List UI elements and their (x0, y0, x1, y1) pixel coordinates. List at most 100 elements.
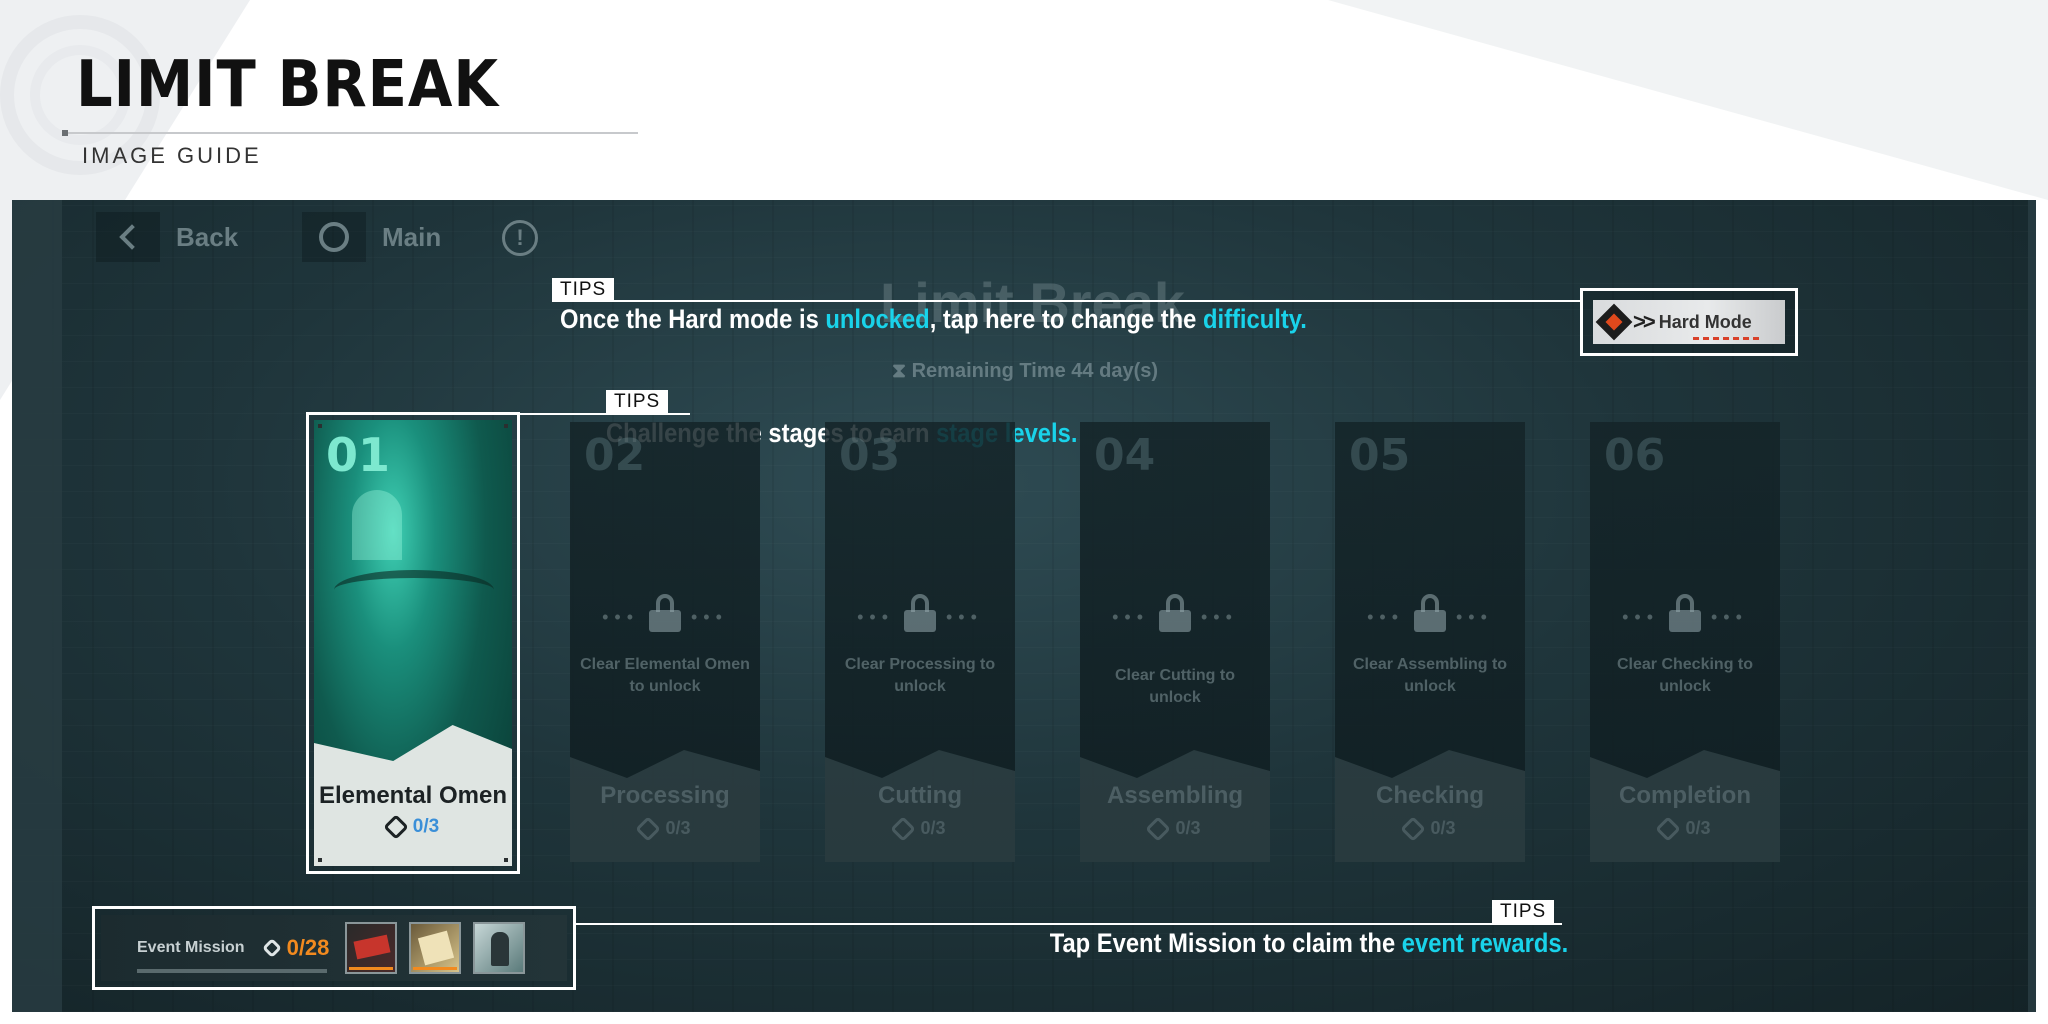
double-chevron-icon: >> (1633, 309, 1656, 334)
stage-name: Cutting (878, 782, 962, 809)
stage-level-icon (1145, 816, 1172, 842)
stage-progress: 0/3 (1080, 816, 1270, 842)
stage-card-03[interactable]: 03 ••• ••• Clear Processing to unlock Cut… (825, 422, 1015, 862)
stage-name: Elemental Omen (318, 782, 508, 809)
hard-mode-diamond-icon (1595, 303, 1633, 341)
stage-number: 01 (326, 428, 391, 482)
lock-dots: ••• (1622, 606, 1659, 627)
tips-highlight-difficulty: difficulty. (1202, 304, 1307, 334)
stage-progress: 0/3 (1590, 816, 1780, 842)
stage-name: Checking (1375, 782, 1485, 809)
page-subtitle: IMAGE GUIDE (82, 143, 262, 168)
unlock-requirement: Clear Assembling to unlock (1352, 656, 1508, 695)
event-mission-button[interactable]: Event Mission 0/28 (92, 906, 576, 990)
lock-icon (904, 594, 936, 632)
hard-mode-label: Hard Mode (1658, 311, 1752, 332)
stage-progress-value: 0/3 (412, 816, 440, 837)
stage-art-window (352, 490, 402, 560)
lock-dots: ••• (1367, 606, 1404, 627)
back-button[interactable]: Back (96, 212, 238, 262)
info-button[interactable]: ! (502, 220, 538, 256)
tips-text-part: Once the Hard mode is (560, 304, 826, 334)
tips-text-part: , tap here to change the (929, 304, 1203, 334)
tips-line-stages (520, 413, 690, 415)
event-mission-count-value: 0/28 (286, 935, 330, 960)
stage-number: 02 (584, 430, 646, 481)
lock-icon (1414, 594, 1446, 632)
stage-card-06[interactable]: 06 ••• ••• Clear Checking to unlock Compl… (1590, 422, 1780, 862)
lock-row: ••• ••• (1590, 594, 1780, 632)
stage-progress-value: 0/3 (1685, 818, 1711, 838)
tips-tag-event: TIPS (1492, 900, 1555, 924)
tips-tag-stages: TIPS (606, 390, 669, 414)
stage-progress: 0/3 (570, 816, 760, 842)
panel-right-edge (2028, 200, 2036, 1012)
lock-row: ••• ••• (1080, 594, 1270, 632)
title-divider (64, 132, 638, 134)
stage-level-icon (1655, 816, 1682, 842)
event-progress-bar (137, 969, 327, 973)
hard-mode-stripe (1693, 337, 1763, 340)
main-label: Main (382, 221, 442, 252)
main-icon-box (302, 212, 366, 262)
corner-dot (318, 858, 322, 862)
stage-number: 05 (1349, 430, 1411, 481)
lock-dots: ••• (1711, 606, 1748, 627)
unlock-requirement: Clear Cutting to unlock (1115, 667, 1235, 706)
corner-dot (504, 424, 508, 428)
stage-progress-value: 0/3 (920, 818, 946, 838)
hard-mode-button[interactable]: >> Hard Mode (1580, 288, 1798, 356)
unlock-requirement: Clear Checking to unlock (1616, 656, 1754, 695)
lock-dots: ••• (1201, 606, 1238, 627)
lock-icon (1159, 594, 1191, 632)
lock-row: ••• ••• (1335, 594, 1525, 632)
panel-left-edge (12, 200, 62, 1012)
hourglass-icon: ⧗ (892, 360, 907, 382)
stage-card-01[interactable]: 01 Elemental Omen 0/3 (306, 412, 520, 874)
back-icon-box (96, 212, 160, 262)
game-screenshot-panel: Back Main ! Limit Break ⧗ Remaining Time… (12, 200, 2036, 1012)
stage-level-icon (383, 814, 409, 840)
stage-level-icon (1400, 816, 1427, 842)
stage-number: 06 (1604, 430, 1666, 481)
tips-highlight-event-rewards: event rewards. (1401, 928, 1568, 958)
stage-card-02[interactable]: 02 ••• ••• Clear Elemental Omen to unlock… (570, 422, 760, 862)
event-mission-count: 0/28 (261, 935, 330, 961)
tips-highlight-unlocked: unlocked (825, 304, 930, 334)
stage-progress: 0/3 (825, 816, 1015, 842)
lock-dots: ••• (691, 606, 728, 627)
stage-number: 03 (839, 430, 901, 481)
stage-card-05[interactable]: 05 ••• ••• Clear Assembling to unlock Che… (1335, 422, 1525, 862)
stage-progress: 0/3 (314, 814, 512, 840)
chevron-left-icon (119, 224, 145, 250)
stage-progress: 0/3 (1335, 816, 1525, 842)
lock-row: ••• ••• (825, 594, 1015, 632)
stage-card-04[interactable]: 04 ••• ••• Clear Cutting to unlock Assemb… (1080, 422, 1270, 862)
remaining-time: ⧗ Remaining Time 44 day(s) (892, 360, 1158, 383)
back-label: Back (176, 221, 239, 252)
title-divider-marker (62, 130, 68, 136)
main-button[interactable]: Main (302, 212, 441, 262)
lock-icon (1669, 594, 1701, 632)
stage-name: Completion (1619, 782, 1751, 809)
tips-line-event (576, 923, 1562, 925)
lock-icon (649, 594, 681, 632)
reward-item-3[interactable] (473, 922, 526, 974)
lock-dots: ••• (946, 606, 983, 627)
reward-item-2[interactable] (409, 922, 462, 974)
stage-progress-value: 0/3 (1175, 818, 1201, 838)
tips-text-difficulty: Once the Hard mode is unlocked, tap here… (560, 304, 1307, 335)
page-title: LIMIT BREAK (76, 48, 499, 122)
home-ring-icon (319, 222, 349, 252)
tips-text-event: Tap Event Mission to claim the event rew… (1050, 928, 1568, 959)
lock-dots: ••• (1456, 606, 1493, 627)
stage-level-icon (635, 816, 662, 842)
unlock-requirement: Clear Elemental Omen to unlock (580, 656, 750, 695)
tips-text-part: Tap Event Mission to claim the (1049, 928, 1402, 958)
remaining-time-label: Remaining Time (911, 360, 1066, 382)
header-bg-shape-right (1328, 0, 2048, 200)
lock-row: ••• ••• (570, 594, 760, 632)
stage-level-icon (890, 816, 917, 842)
stage-card-art: 01 Elemental Omen 0/3 (314, 420, 512, 866)
reward-item-1[interactable] (345, 922, 398, 974)
